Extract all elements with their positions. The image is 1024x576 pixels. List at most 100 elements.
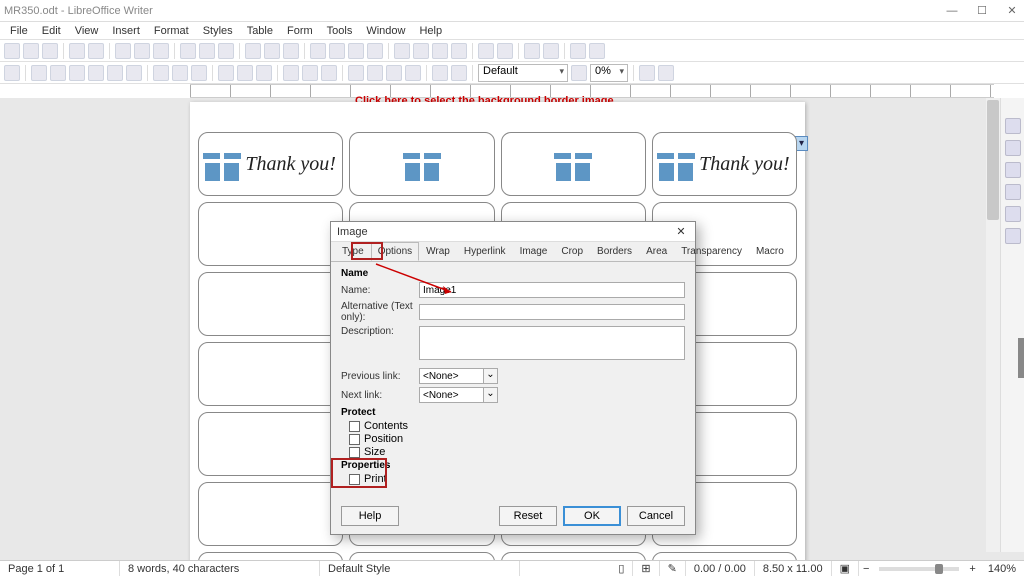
transparency-value[interactable]: 0% xyxy=(590,64,628,82)
align-bottom-icon[interactable] xyxy=(256,65,272,81)
status-words[interactable]: 8 words, 40 characters xyxy=(120,561,320,576)
print-icon[interactable] xyxy=(88,43,104,59)
tab-transparency[interactable]: Transparency xyxy=(674,242,749,261)
tab-wrap[interactable]: Wrap xyxy=(419,242,457,261)
flip-v-icon[interactable] xyxy=(386,65,402,81)
help-button[interactable]: Help xyxy=(341,506,399,526)
menu-table[interactable]: Table xyxy=(241,24,279,38)
filter-icon[interactable] xyxy=(658,65,674,81)
textbox-icon[interactable] xyxy=(367,43,383,59)
flip-h-icon[interactable] xyxy=(405,65,421,81)
menu-insert[interactable]: Insert xyxy=(106,24,146,38)
paragraph-style-combo[interactable]: Default xyxy=(478,64,568,82)
wrap-through-icon[interactable] xyxy=(126,65,142,81)
menu-form[interactable]: Form xyxy=(281,24,319,38)
specialchar-icon[interactable] xyxy=(432,43,448,59)
reset-button[interactable]: Reset xyxy=(499,506,557,526)
zoom-in-icon[interactable]: + xyxy=(965,561,979,576)
close-icon[interactable]: ✕ xyxy=(1004,4,1020,18)
stylist-icon[interactable] xyxy=(1005,228,1021,244)
find-icon[interactable] xyxy=(245,43,261,59)
align-right-icon[interactable] xyxy=(191,65,207,81)
back-icon[interactable] xyxy=(451,65,467,81)
tab-hyperlink[interactable]: Hyperlink xyxy=(457,242,513,261)
styles-icon[interactable] xyxy=(1005,140,1021,156)
description-input[interactable] xyxy=(419,326,685,360)
vertical-scrollbar[interactable] xyxy=(986,98,1000,552)
status-page[interactable]: Page 1 of 1 xyxy=(0,561,120,576)
navigator-panel-icon[interactable] xyxy=(1005,184,1021,200)
alt-input[interactable] xyxy=(419,304,685,320)
tab-image[interactable]: Image xyxy=(513,242,555,261)
navigator-icon[interactable] xyxy=(589,43,605,59)
pagebreak-icon[interactable] xyxy=(394,43,410,59)
status-insert[interactable]: ▯ xyxy=(610,561,633,576)
borders-icon[interactable] xyxy=(283,65,299,81)
front-icon[interactable] xyxy=(432,65,448,81)
cut-icon[interactable] xyxy=(115,43,131,59)
wrap-right-icon[interactable] xyxy=(107,65,123,81)
image-icon[interactable] xyxy=(329,43,345,59)
protect-position-checkbox[interactable] xyxy=(349,434,360,445)
spellcheck-icon[interactable] xyxy=(264,43,280,59)
menu-file[interactable]: File xyxy=(4,24,34,38)
tab-area[interactable]: Area xyxy=(639,242,674,261)
minimize-icon[interactable]: — xyxy=(944,4,960,18)
line-icon[interactable] xyxy=(524,43,540,59)
prev-link-combo[interactable]: <None> xyxy=(419,368,485,384)
protect-size-checkbox[interactable] xyxy=(349,447,360,458)
status-style[interactable]: Default Style xyxy=(320,561,520,576)
gallery-icon[interactable] xyxy=(1005,162,1021,178)
menu-tools[interactable]: Tools xyxy=(321,24,359,38)
new-icon[interactable] xyxy=(4,43,20,59)
anchor-icon[interactable] xyxy=(4,65,20,81)
status-view-icon[interactable]: ▣ xyxy=(832,561,859,576)
properties-icon[interactable] xyxy=(1005,118,1021,134)
wrap-left-icon[interactable] xyxy=(88,65,104,81)
redo-icon[interactable] xyxy=(218,43,234,59)
zoom-slider[interactable] xyxy=(879,567,959,571)
paste-icon[interactable] xyxy=(153,43,169,59)
border-color-icon[interactable] xyxy=(321,65,337,81)
border-style-icon[interactable] xyxy=(302,65,318,81)
rotate-right-icon[interactable] xyxy=(367,65,383,81)
rotate-left-icon[interactable] xyxy=(348,65,364,81)
align-middle-icon[interactable] xyxy=(237,65,253,81)
wrap-page-icon[interactable] xyxy=(50,65,66,81)
zoom-out-icon[interactable]: − xyxy=(859,561,873,576)
cancel-button[interactable]: Cancel xyxy=(627,506,685,526)
trackchanges-icon[interactable] xyxy=(497,43,513,59)
protect-contents-checkbox[interactable] xyxy=(349,421,360,432)
menu-format[interactable]: Format xyxy=(148,24,195,38)
menu-help[interactable]: Help xyxy=(413,24,448,38)
status-signature[interactable]: ✎ xyxy=(660,561,686,576)
table-icon[interactable] xyxy=(310,43,326,59)
shapes-icon[interactable] xyxy=(543,43,559,59)
copy-icon[interactable] xyxy=(134,43,150,59)
field-icon[interactable] xyxy=(413,43,429,59)
pilcrow-icon[interactable] xyxy=(283,43,299,59)
wrap-optimal-icon[interactable] xyxy=(69,65,85,81)
menu-window[interactable]: Window xyxy=(360,24,411,38)
comment-icon[interactable] xyxy=(478,43,494,59)
open-icon[interactable] xyxy=(23,43,39,59)
sidebar-handle[interactable] xyxy=(1018,338,1024,378)
dialog-close-icon[interactable]: ✕ xyxy=(673,225,689,238)
transparency-icon[interactable] xyxy=(571,65,587,81)
tab-borders[interactable]: Borders xyxy=(590,242,639,261)
undo-icon[interactable] xyxy=(199,43,215,59)
ok-button[interactable]: OK xyxy=(563,506,621,526)
next-link-combo[interactable]: <None> xyxy=(419,387,485,403)
page-icon[interactable] xyxy=(1005,206,1021,222)
align-top-icon[interactable] xyxy=(218,65,234,81)
crop-icon[interactable] xyxy=(639,65,655,81)
menu-styles[interactable]: Styles xyxy=(197,24,239,38)
save-icon[interactable] xyxy=(42,43,58,59)
status-zoom[interactable]: 140% xyxy=(980,561,1024,576)
maximize-icon[interactable]: ☐ xyxy=(974,4,990,18)
menu-view[interactable]: View xyxy=(69,24,105,38)
tab-crop[interactable]: Crop xyxy=(554,242,590,261)
menu-edit[interactable]: Edit xyxy=(36,24,67,38)
hyperlink-icon[interactable] xyxy=(451,43,467,59)
draw-icon[interactable] xyxy=(570,43,586,59)
